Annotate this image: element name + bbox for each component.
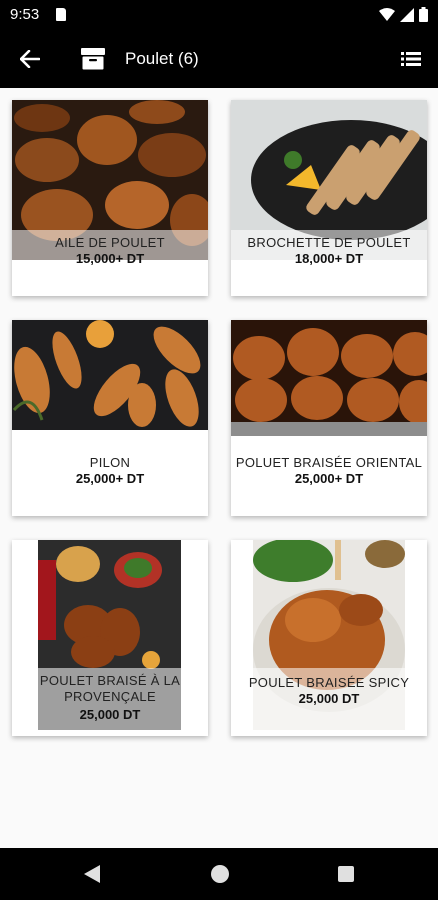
product-image [231, 320, 427, 436]
app-bar: Poulet (6) [0, 30, 438, 88]
product-name: PILON [89, 455, 131, 470]
status-icons [379, 7, 428, 22]
product-price: 15,000+ DT [75, 251, 145, 266]
product-price: 25,000 DT [79, 707, 141, 722]
product-name: AILE DE POULET [55, 235, 165, 250]
product-price: 25,000+ DT [75, 471, 145, 486]
product-image [12, 320, 208, 430]
back-button[interactable] [14, 44, 46, 74]
product-grid: AILE DE POULET 15,000+ DT BROCHETTE DE P… [0, 88, 438, 848]
product-name: POLUET BRAISÉE ORIENTAL [235, 455, 423, 470]
status-bar: 9:53 [0, 0, 438, 30]
battery-icon [419, 7, 428, 22]
list-view-icon [401, 52, 421, 66]
nav-home-icon[interactable] [211, 865, 229, 883]
product-card[interactable]: POULET BRAISÉE SPICY 25,000 DT [231, 540, 427, 736]
page-title: Poulet (6) [125, 49, 199, 68]
nav-back-icon[interactable] [84, 865, 100, 883]
product-price: 25,000+ DT [294, 471, 364, 486]
back-arrow-icon [20, 50, 40, 68]
product-card[interactable]: PILON 25,000+ DT [12, 320, 208, 516]
wifi-icon [379, 7, 395, 21]
product-card[interactable]: POLUET BRAISÉE ORIENTAL 25,000+ DT [231, 320, 427, 516]
product-price: 18,000+ DT [294, 251, 364, 266]
product-card[interactable]: BROCHETTE DE POULET 18,000+ DT [231, 100, 427, 296]
product-card[interactable]: AILE DE POULET 15,000+ DT [12, 100, 208, 296]
system-nav-bar [0, 848, 438, 900]
list-view-button[interactable] [396, 44, 426, 74]
status-time: 9:53 [10, 6, 40, 23]
signal-icon [400, 7, 414, 22]
product-name: POULET BRAISÉ À LA PROVENÇALE [39, 673, 181, 704]
nav-recent-icon[interactable] [338, 866, 354, 882]
box-icon [81, 48, 105, 70]
product-card[interactable]: POULET BRAISÉ À LA PROVENÇALE 25,000 DT [12, 540, 208, 736]
product-price: 25,000 DT [298, 691, 360, 706]
product-name: POULET BRAISÉE SPICY [248, 675, 410, 690]
sd-card-icon [56, 8, 66, 21]
product-name: BROCHETTE DE POULET [247, 235, 411, 250]
